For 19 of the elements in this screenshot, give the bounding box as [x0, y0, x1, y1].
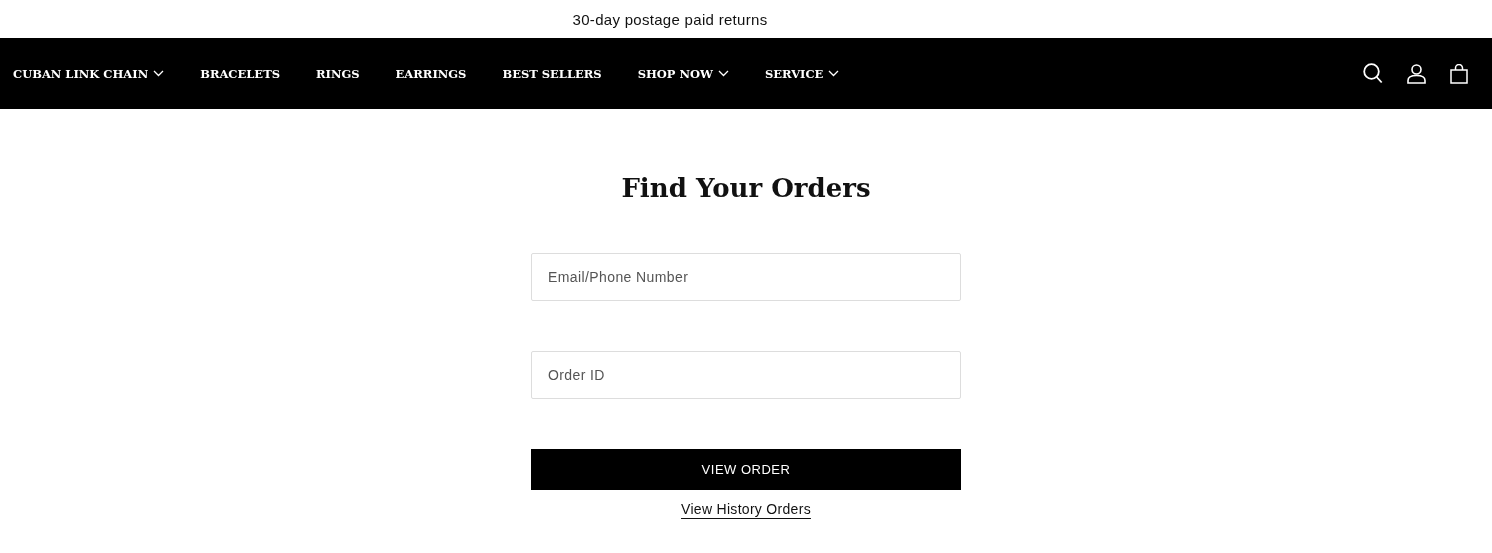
nav-link[interactable]: BEST SELLERS: [502, 66, 602, 81]
account-icon[interactable]: [1407, 63, 1426, 84]
chevron-down-icon: [153, 70, 165, 77]
announcement-text: 30-day postage paid returns: [572, 10, 768, 28]
page-title: Find Your Orders: [621, 173, 871, 203]
input-field[interactable]: Order ID: [531, 351, 961, 399]
history-link[interactable]: View History Orders: [681, 501, 811, 517]
nav-link[interactable]: RINGS: [316, 66, 360, 81]
shopping-bag-icon[interactable]: [1450, 63, 1468, 84]
nav-link[interactable]: SHOP NOW: [637, 66, 729, 81]
input-field[interactable]: Email/Phone Number: [531, 253, 961, 301]
nav-link[interactable]: SERVICE: [764, 66, 840, 81]
nav-link[interactable]: BRACELETS: [200, 66, 280, 81]
nav-link[interactable]: EARRINGS: [395, 66, 467, 81]
view-order-button[interactable]: VIEW ORDER: [531, 449, 961, 490]
nav-link[interactable]: CUBAN LINK CHAIN: [13, 66, 165, 81]
chevron-down-icon: [828, 70, 840, 77]
chevron-down-icon: [717, 70, 729, 77]
search-icon[interactable]: [1363, 63, 1383, 84]
